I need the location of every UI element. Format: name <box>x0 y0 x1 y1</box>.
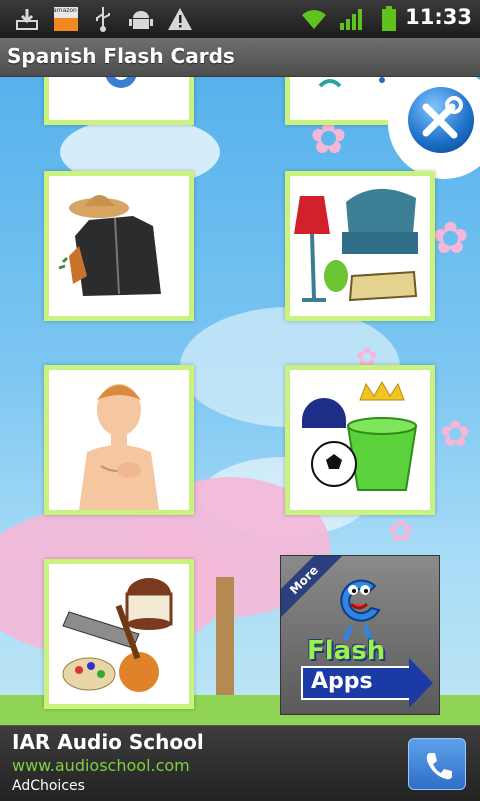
apps-label: Apps <box>311 669 373 694</box>
ad-call-button[interactable] <box>408 738 466 790</box>
status-bar: amazon 11:33 <box>0 0 480 38</box>
signal-icon <box>338 6 364 32</box>
usb-icon <box>92 6 114 32</box>
flash-label: Flash <box>307 636 386 666</box>
wifi-icon <box>298 6 330 32</box>
category-grid[interactable]: ✿ ✿ ✿ ✿ ✿ More Flash Apps <box>0 77 480 725</box>
partial-card-icon <box>105 77 137 88</box>
toys-icon <box>302 380 418 491</box>
body-icon <box>79 384 159 510</box>
flower-decoration: ✿ <box>388 514 414 549</box>
category-card-body[interactable] <box>44 365 194 515</box>
category-card-furniture[interactable] <box>285 171 435 321</box>
furniture-icon <box>294 188 418 302</box>
ad-url[interactable]: www.audioschool.com <box>12 756 190 775</box>
flower-decoration: ✿ <box>440 414 471 455</box>
download-icon <box>14 6 40 32</box>
app-title-bar: Spanish Flash Cards <box>0 38 480 77</box>
category-card-toys[interactable] <box>285 365 435 515</box>
ad-title[interactable]: IAR Audio School <box>12 730 204 754</box>
warning-icon <box>166 6 194 32</box>
clothing-icon <box>58 195 161 296</box>
arrow-icon <box>409 658 433 708</box>
settings-tools-icon <box>408 87 474 153</box>
phone-icon <box>426 753 452 780</box>
settings-button[interactable] <box>388 77 480 179</box>
amazon-appstore-icon: amazon <box>52 6 80 32</box>
more-flash-apps-button[interactable]: More Flash Apps <box>280 555 440 715</box>
amazon-label: amazon <box>53 7 77 14</box>
android-debug-icon <box>128 6 154 32</box>
ad-banner[interactable]: IAR Audio School www.audioschool.com AdC… <box>0 725 480 801</box>
flower-decoration: ✿ <box>432 213 469 264</box>
flash-mascot-icon <box>340 579 381 641</box>
app-title: Spanish Flash Cards <box>7 44 235 68</box>
ad-choices-link[interactable]: AdChoices <box>12 778 85 794</box>
category-card-clothing[interactable] <box>44 171 194 321</box>
battery-icon <box>378 6 400 32</box>
category-card-music[interactable] <box>44 559 194 709</box>
clock: 11:33 <box>405 5 472 29</box>
musical-instruments-icon <box>62 578 173 692</box>
category-card-partial-1[interactable] <box>44 77 194 125</box>
